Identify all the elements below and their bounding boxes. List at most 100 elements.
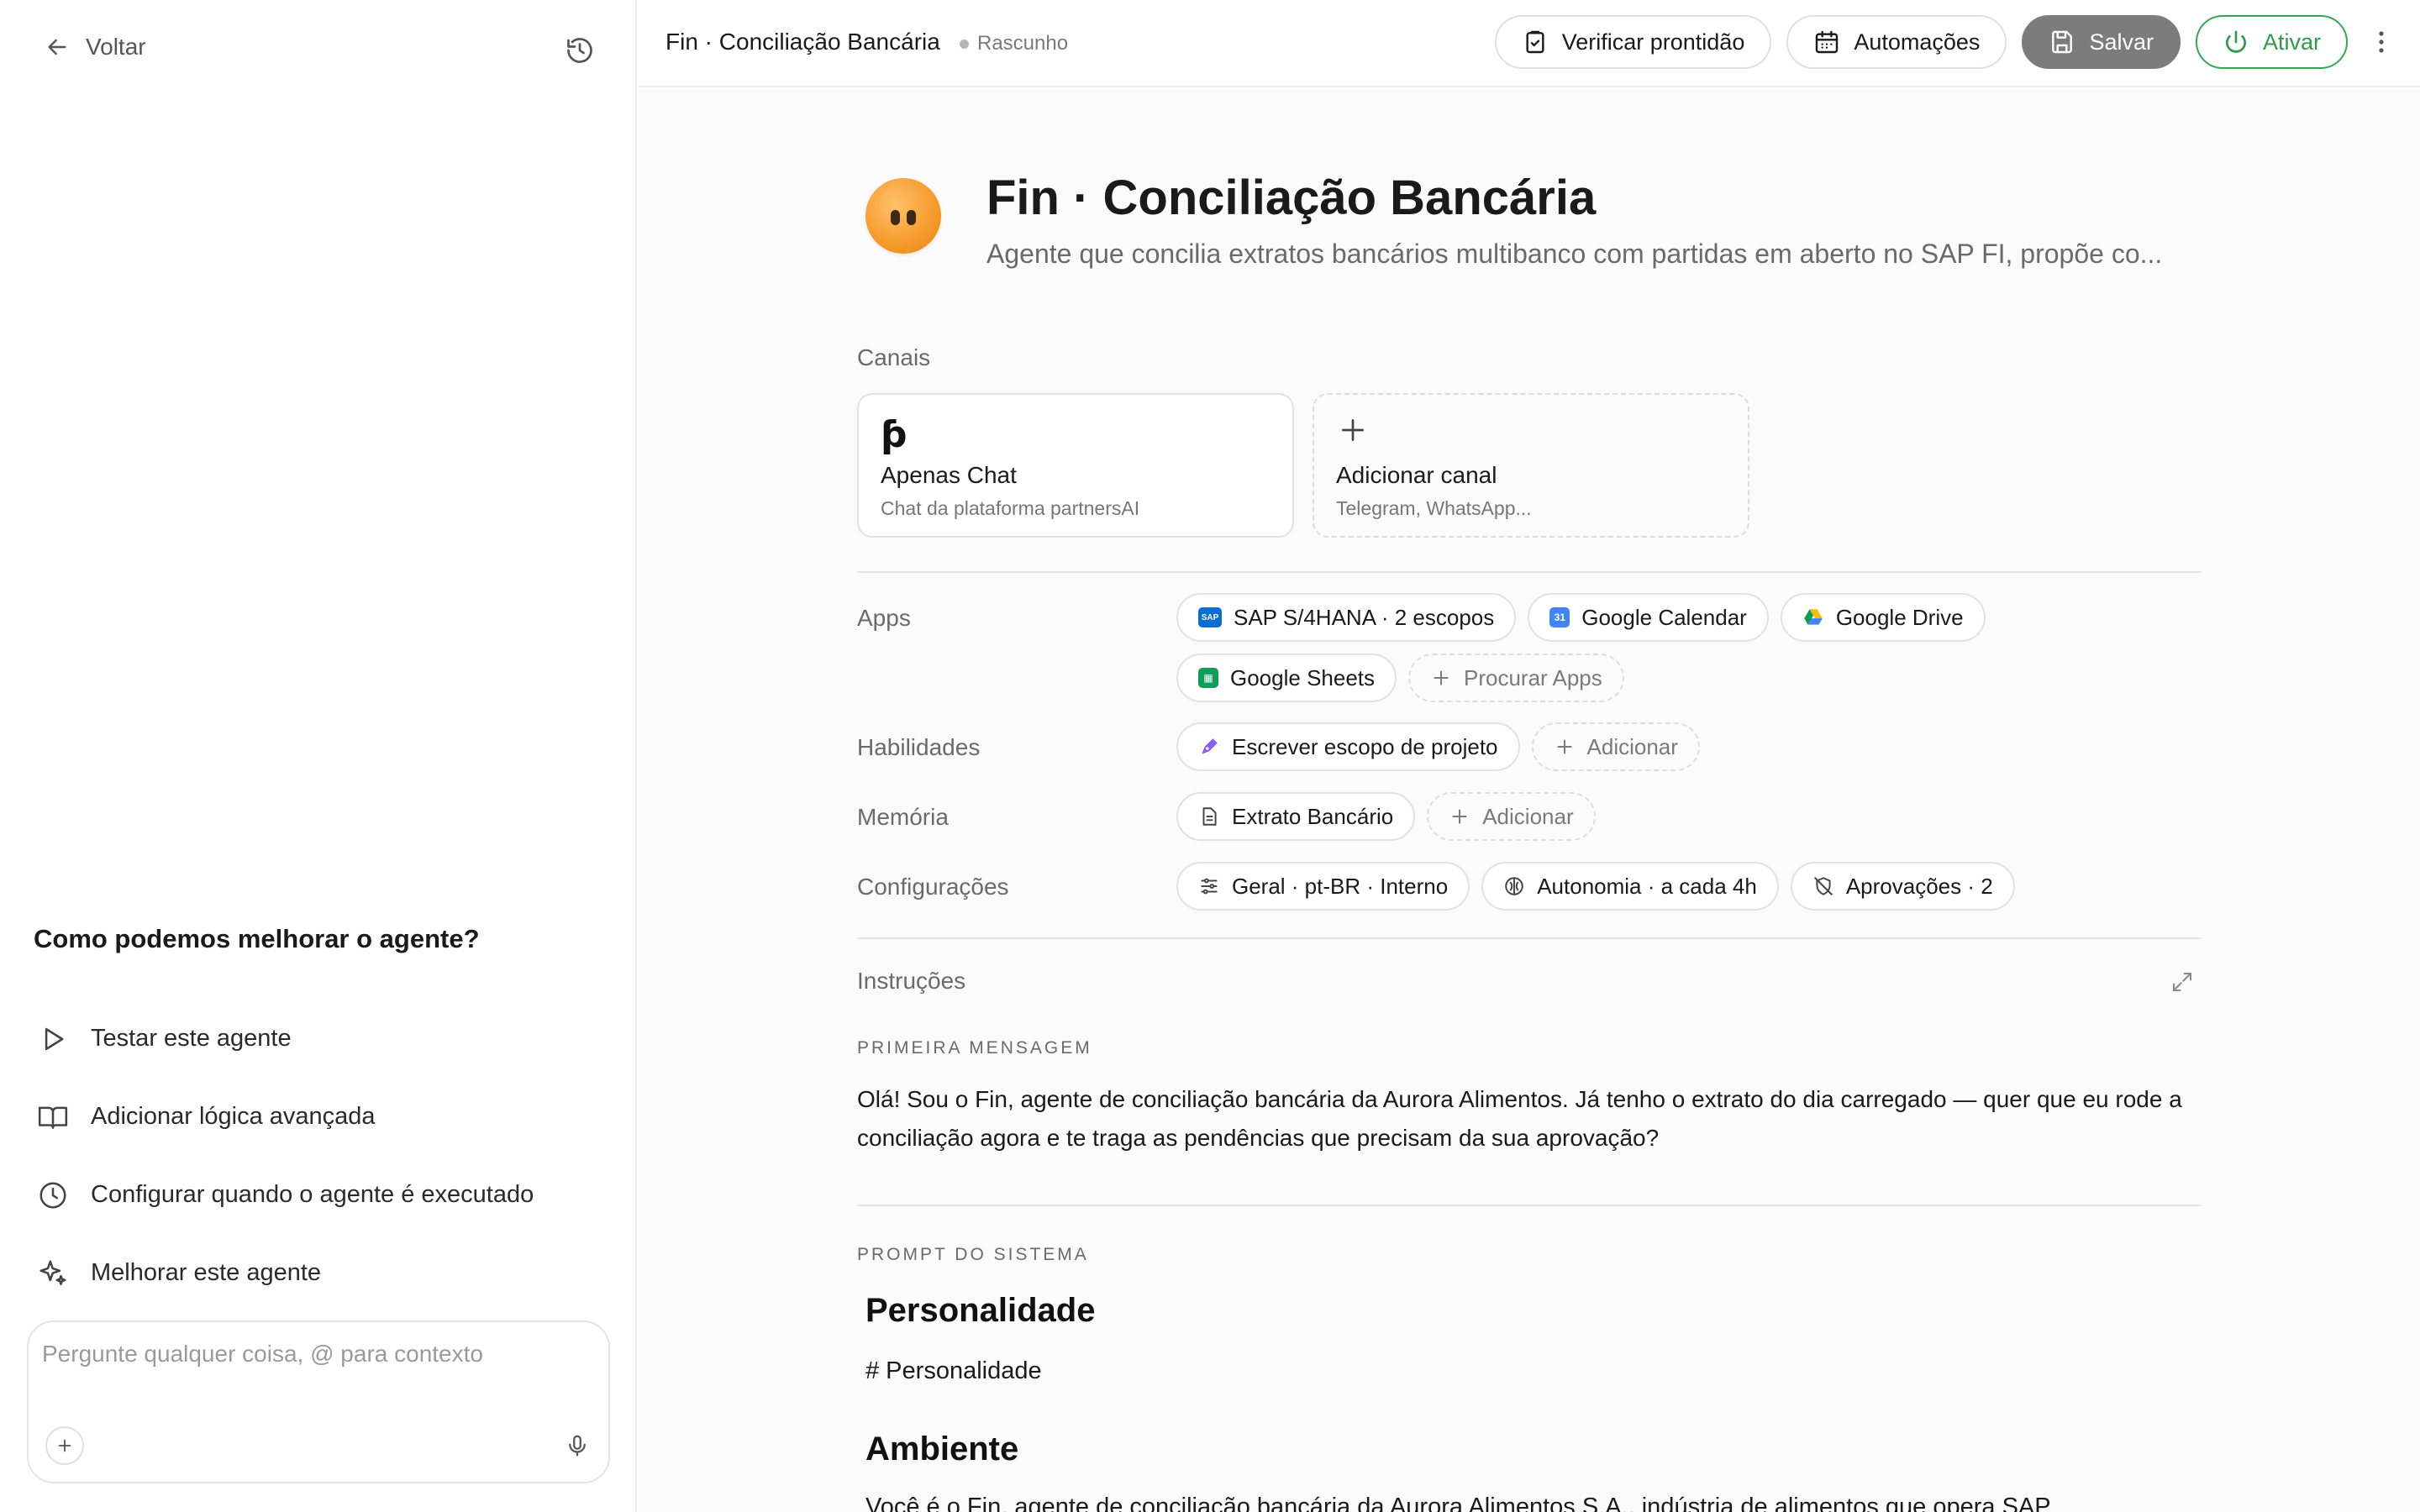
section-divider <box>857 1205 2202 1206</box>
chip-label: Extrato Bancário <box>1232 803 1394 829</box>
toolbar: Verificar prontidão Automações Salvar At… <box>1494 15 2420 69</box>
sliders-icon <box>1201 878 1218 895</box>
plus-icon <box>1434 670 1449 685</box>
settings-label: Configurações <box>857 874 1009 900</box>
settings-chip-approvals[interactable]: Aprovações · 2 <box>1790 862 2015 911</box>
channels-list: ƥ Apenas Chat Chat da plataforma partner… <box>857 393 1749 538</box>
channels-label: Canais <box>857 344 931 370</box>
agent-avatar <box>865 178 941 254</box>
app-chip-google-sheets[interactable]: ▦ Google Sheets <box>1176 654 1397 702</box>
partnersai-logo-icon: ƥ <box>881 413 908 456</box>
system-prompt-label: PROMPT DO SISTEMA <box>857 1245 1089 1264</box>
plus-icon <box>1452 809 1467 824</box>
settings-chip-autonomy[interactable]: Autonomia · a cada 4h <box>1481 862 1779 911</box>
approval-icon <box>1814 877 1833 895</box>
advanced-logic-item[interactable]: Adicionar lógica avançada <box>37 1078 534 1156</box>
app-chip-sap[interactable]: SAP SAP S/4HANA · 2 escopos <box>1176 593 1517 642</box>
add-memory-button[interactable]: Adicionar <box>1427 792 1596 841</box>
chip-label: Google Sheets <box>1230 664 1376 690</box>
main-panel: Fin · Conciliação Bancária Agente que co… <box>639 89 2420 1512</box>
improve-item-label: Configurar quando o agente é executado <box>91 1181 534 1208</box>
skill-chip[interactable]: Escrever escopo de projeto <box>1176 722 1520 771</box>
status-badge: Rascunho <box>960 32 1068 55</box>
top-bar: Fin · Conciliação Bancária Rascunho Veri… <box>639 0 2420 87</box>
prompt-text: # Personalidade <box>865 1357 1042 1384</box>
microphone-button[interactable] <box>558 1426 597 1465</box>
agent-description[interactable]: Agente que concilia extratos bancários m… <box>986 239 2162 270</box>
apps-label: Apps <box>857 605 911 631</box>
expand-icon <box>2173 973 2191 991</box>
chip-label: Procurar Apps <box>1464 664 1602 690</box>
channel-card-chat[interactable]: ƥ Apenas Chat Chat da plataforma partner… <box>857 393 1294 538</box>
plus-icon <box>1336 413 1370 451</box>
status-dot <box>960 39 969 49</box>
autonomy-icon <box>1505 877 1523 895</box>
calendar-icon <box>1816 30 1839 54</box>
expand-button[interactable] <box>2170 969 2195 999</box>
page-title: Fin · Conciliação Bancária <box>666 29 940 55</box>
chip-label: Adicionar <box>1482 803 1574 829</box>
verify-readiness-button[interactable]: Verificar prontidão <box>1494 15 1772 69</box>
chip-label: Google Calendar <box>1581 604 1747 630</box>
save-button[interactable]: Salvar <box>2022 15 2181 69</box>
verify-label: Verificar prontidão <box>1561 29 1745 55</box>
add-channel-card[interactable]: Adicionar canal Telegram, WhatsApp... <box>1313 393 1749 538</box>
pen-icon <box>1202 738 1218 754</box>
chip-label: SAP S/4HANA · 2 escopos <box>1234 604 1495 630</box>
skills-label: Habilidades <box>857 734 981 760</box>
improve-agent-item[interactable]: Melhorar este agente <box>37 1234 534 1312</box>
improve-item-label: Adicionar lógica avançada <box>91 1103 376 1130</box>
instructions-title: Instruções <box>857 968 966 994</box>
chat-input-box <box>27 1320 610 1483</box>
chip-label: Geral · pt-BR · Interno <box>1232 873 1449 899</box>
search-apps-button[interactable]: Procurar Apps <box>1408 654 1624 702</box>
add-skill-button[interactable]: Adicionar <box>1531 722 1700 771</box>
plus-icon <box>1556 739 1572 754</box>
chip-label: Adicionar <box>1586 733 1678 759</box>
google-sheets-icon: ▦ <box>1198 668 1218 688</box>
plus-icon <box>58 1439 71 1452</box>
microphone-icon <box>569 1435 586 1457</box>
chat-input[interactable] <box>42 1341 580 1408</box>
prompt-heading: Ambiente <box>865 1431 1019 1467</box>
first-message-text[interactable]: Olá! Sou o Fin, agente de conciliação ba… <box>857 1080 2202 1158</box>
sidebar: Voltar Como podemos melhorar o agente? T… <box>0 0 637 1512</box>
activate-button[interactable]: Ativar <box>2195 15 2348 69</box>
activate-label: Ativar <box>2262 29 2321 55</box>
memory-label: Memória <box>857 804 949 830</box>
chip-label: Aprovações · 2 <box>1845 873 1993 899</box>
clipboard-check-icon <box>1526 30 1544 54</box>
more-options-button[interactable] <box>2363 15 2400 69</box>
improve-title: Como podemos melhorar o agente? <box>34 924 480 953</box>
prompt-heading: Personalidade <box>865 1292 1096 1329</box>
test-agent-item[interactable]: Testar este agente <box>37 1000 534 1078</box>
settings-chips: Geral · pt-BR · Interno Autonomia · a ca… <box>1176 862 2168 911</box>
avatar-eye <box>907 210 916 225</box>
history-button[interactable] <box>561 32 598 69</box>
chip-label: Escrever escopo de projeto <box>1232 733 1498 759</box>
attach-button[interactable] <box>45 1426 84 1465</box>
app-chip-google-drive[interactable]: Google Drive <box>1780 593 1986 642</box>
agent-name[interactable]: Fin · Conciliação Bancária <box>986 170 1596 226</box>
chip-label: Google Drive <box>1835 604 1964 630</box>
apps-chips: SAP SAP S/4HANA · 2 escopos 31 Google Ca… <box>1176 593 2168 702</box>
back-button[interactable]: Voltar <box>44 34 146 60</box>
book-icon <box>38 1106 68 1129</box>
clock-icon <box>39 1181 66 1209</box>
channel-subtitle: Telegram, WhatsApp... <box>1336 497 1532 519</box>
improve-list: Testar este agente Adicionar lógica avan… <box>37 1000 534 1312</box>
avatar-eye <box>891 210 900 225</box>
automations-button[interactable]: Automações <box>1786 15 2007 69</box>
history-icon <box>567 38 592 63</box>
app-chip-google-calendar[interactable]: 31 Google Calendar <box>1528 593 1769 642</box>
schedule-item[interactable]: Configurar quando o agente é executado <box>37 1156 534 1234</box>
settings-chip-general[interactable]: Geral · pt-BR · Interno <box>1176 862 1470 911</box>
memory-chip[interactable]: Extrato Bancário <box>1176 792 1416 841</box>
arrow-left-icon <box>48 39 66 55</box>
improve-item-label: Melhorar este agente <box>91 1259 322 1286</box>
document-icon <box>1202 807 1217 826</box>
google-calendar-icon: 31 <box>1549 607 1570 627</box>
sap-icon: SAP <box>1198 607 1222 627</box>
sparkle-icon <box>39 1259 66 1285</box>
power-icon <box>2225 30 2246 53</box>
